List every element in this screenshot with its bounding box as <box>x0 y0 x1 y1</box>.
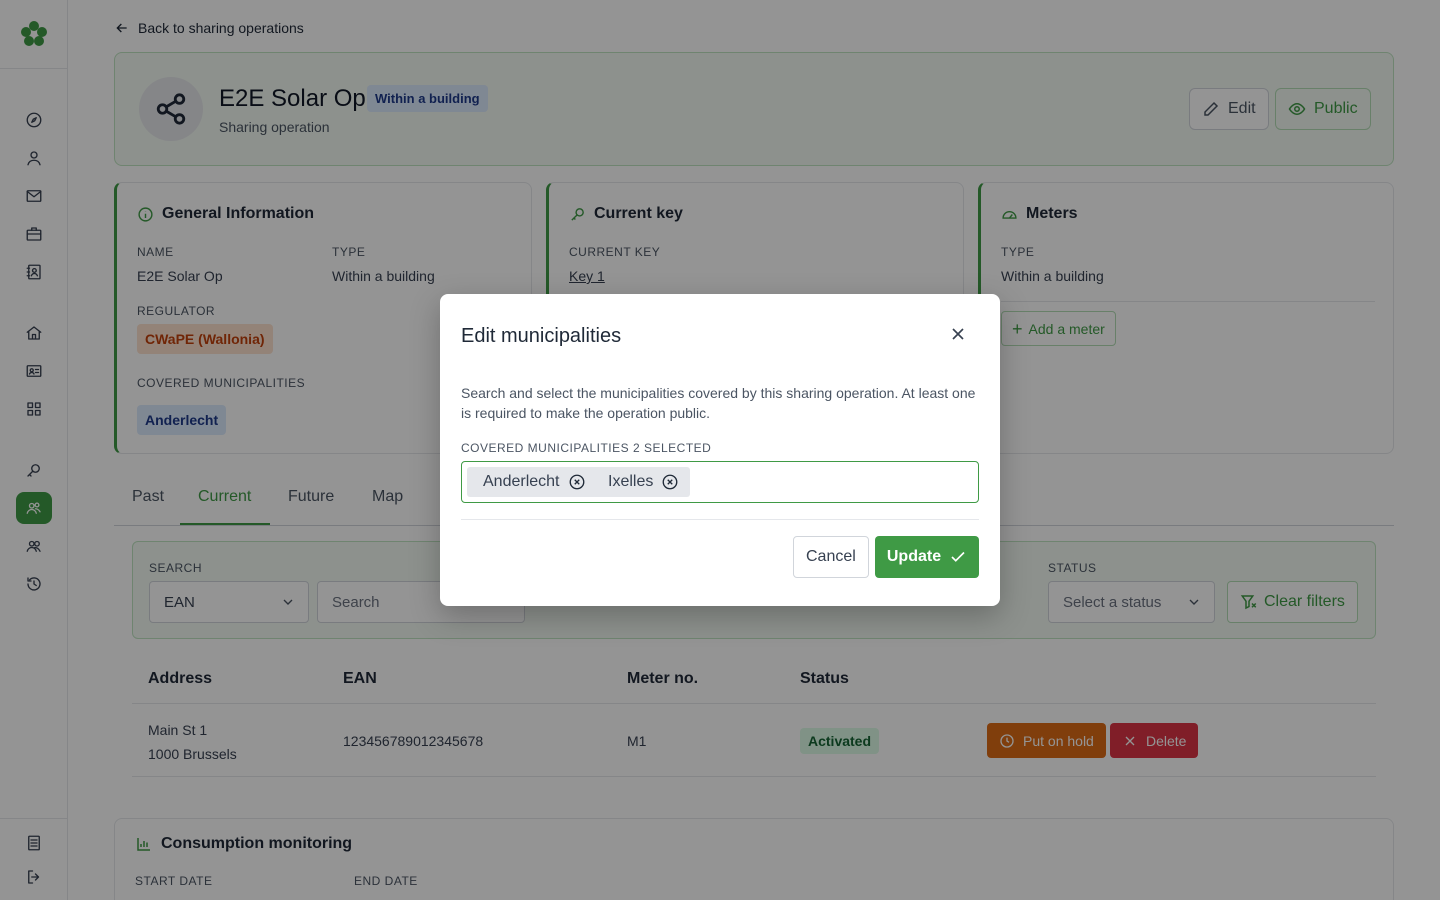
municipality-chip: Anderlecht <box>467 467 597 497</box>
dialog-description: Search and select the municipalities cov… <box>461 385 976 421</box>
cancel-button[interactable]: Cancel <box>793 536 869 578</box>
check-icon <box>951 551 965 562</box>
municipalities-multiselect[interactable]: Anderlecht Ixelles <box>461 461 979 503</box>
edit-municipalities-dialog: Edit municipalities Search and select th… <box>440 294 1000 606</box>
municipalities-field-label: COVERED MUNICIPALITIES 2 SELECTED <box>461 441 712 455</box>
dialog-divider <box>461 519 979 520</box>
remove-chip-icon[interactable] <box>568 473 586 491</box>
dialog-title: Edit municipalities <box>461 325 622 347</box>
municipality-chip: Ixelles <box>592 467 691 497</box>
close-icon <box>952 328 964 340</box>
close-button[interactable] <box>946 322 970 346</box>
remove-chip-icon[interactable] <box>661 473 679 491</box>
update-button[interactable]: Update <box>875 536 979 578</box>
